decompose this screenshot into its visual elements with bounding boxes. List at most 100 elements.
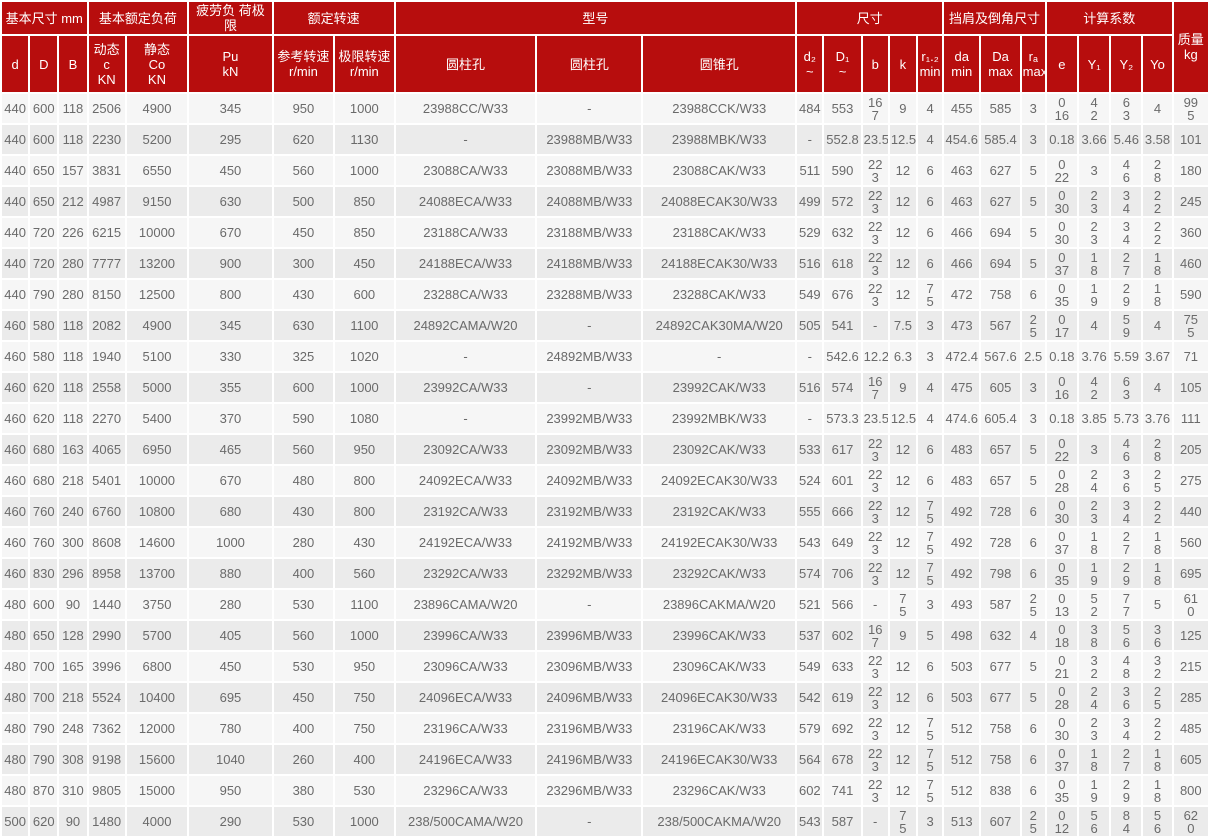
bearing-spec-page: 基本尺寸 mm基本额定负荷疲劳负 荷极限额定转速型号尺寸挡肩及倒角尺寸计算系数质… (0, 0, 1210, 838)
cell-k: 6.3 (890, 342, 916, 371)
cell-B: 118 (59, 94, 86, 123)
cell-b: 16 7 (863, 94, 888, 123)
cell-ra-max: 5 (1022, 249, 1045, 278)
cell-dynamic-c: 5524 (89, 683, 125, 712)
cell-da-min: 472.4 (944, 342, 979, 371)
cell-dynamic-c: 2270 (89, 404, 125, 433)
cell-model-taper: 24196ECAK30/W33 (643, 745, 795, 774)
cell-model-taper: 24096ECAK30/W33 (643, 683, 795, 712)
header-group-basic-dim: 基本尺寸 mm (2, 2, 87, 34)
cell-limit-speed: 800 (335, 497, 393, 526)
cell-model-cyl-1: 23296CA/W33 (396, 776, 536, 805)
table-row: 44072022662151000067045085023188CA/W3323… (2, 218, 1208, 247)
cell-r12-min: 6 (918, 683, 942, 712)
cell-static-co: 12500 (127, 280, 187, 309)
cell-d2: 484 (797, 94, 822, 123)
cell-B: 308 (59, 745, 86, 774)
cell-dynamic-c: 8150 (89, 280, 125, 309)
cell-static-co: 13700 (127, 559, 187, 588)
cell-Y2: 3 4 (1111, 218, 1141, 247)
cell-limit-speed: 800 (335, 466, 393, 495)
cell-Da-max: 605.4 (981, 404, 1019, 433)
cell-e: 0 13 (1047, 590, 1077, 619)
cell-model-cyl-2: - (537, 807, 641, 836)
cell-mass: 180 (1174, 156, 1208, 185)
cell-Da-max: 585 (981, 94, 1019, 123)
cell-model-cyl-2: 23096MB/W33 (537, 652, 641, 681)
header-group-model: 型号 (396, 2, 796, 34)
cell-model-cyl-2: 23292MB/W33 (537, 559, 641, 588)
cell-Yo: 2 8 (1143, 156, 1171, 185)
cell-Yo: 3 2 (1143, 652, 1171, 681)
cell-Y1: 1 9 (1079, 280, 1109, 309)
cell-model-taper: 23992CAK/W33 (643, 373, 795, 402)
cell-Y2: 3 6 (1111, 466, 1141, 495)
cell-pu: 355 (189, 373, 272, 402)
cell-d2: 516 (797, 249, 822, 278)
cell-Y2: 6 3 (1111, 94, 1141, 123)
cell-da-min: 498 (944, 621, 979, 650)
cell-model-cyl-2: 23288MB/W33 (537, 280, 641, 309)
cell-model-cyl-1: 24088ECA/W33 (396, 187, 536, 216)
cell-Y1: 3 8 (1079, 621, 1109, 650)
cell-ref-speed: 530 (274, 590, 333, 619)
cell-b: 22 3 (863, 745, 888, 774)
cell-static-co: 10000 (127, 466, 187, 495)
cell-model-cyl-2: 24096MB/W33 (537, 683, 641, 712)
cell-r12-min: 6 (918, 218, 942, 247)
cell-model-cyl-2: 24088MB/W33 (537, 187, 641, 216)
cell-Yo: 2 8 (1143, 435, 1171, 464)
cell-d: 460 (2, 559, 28, 588)
cell-Y2: 3 4 (1111, 714, 1141, 743)
cell-static-co: 4000 (127, 807, 187, 836)
cell-pu: 465 (189, 435, 272, 464)
cell-static-co: 15600 (127, 745, 187, 774)
cell-ref-speed: 560 (274, 435, 333, 464)
cell-r12-min: 6 (918, 156, 942, 185)
table-row: 46058011820824900345630110024892CAMA/W20… (2, 311, 1208, 340)
cell-dynamic-c: 8608 (89, 528, 125, 557)
cell-pu: 670 (189, 218, 272, 247)
table-row: 50062090148040002905301000238/500CAMA/W2… (2, 807, 1208, 836)
cell-B: 118 (59, 404, 86, 433)
cell-ref-speed: 500 (274, 187, 333, 216)
cell-model-cyl-1: 23992CA/W33 (396, 373, 536, 402)
cell-B: 118 (59, 125, 86, 154)
table-row: 46076024067601080068043080023192CA/W3323… (2, 497, 1208, 526)
cell-e: 0 16 (1047, 373, 1077, 402)
cell-B: 118 (59, 373, 86, 402)
cell-D: 760 (30, 497, 57, 526)
cell-b: 22 3 (863, 187, 888, 216)
cell-model-taper: 23996CAK/W33 (643, 621, 795, 650)
cell-static-co: 4900 (127, 311, 187, 340)
cell-D1: 676 (824, 280, 860, 309)
cell-r12-min: 7 5 (918, 776, 942, 805)
cell-Y1: 3 (1079, 435, 1109, 464)
cell-model-taper: 23988CCK/W33 (643, 94, 795, 123)
cell-b: 22 3 (863, 466, 888, 495)
cell-d2: 537 (797, 621, 822, 650)
cell-model-cyl-1: 23988CC/W33 (396, 94, 536, 123)
cell-d2: 529 (797, 218, 822, 247)
cell-Yo: 3 6 (1143, 621, 1171, 650)
table-row: 480790308919815600104026040024196ECA/W33… (2, 745, 1208, 774)
column-header-b: b (863, 36, 888, 92)
cell-model-taper: 24892CAK30MA/W20 (643, 311, 795, 340)
cell-limit-speed: 850 (335, 218, 393, 247)
cell-model-cyl-2: - (537, 590, 641, 619)
cell-k: 12 (890, 559, 916, 588)
cell-limit-speed: 430 (335, 528, 393, 557)
table-row: 460580118194051003303251020-24892MB/W33-… (2, 342, 1208, 371)
cell-model-cyl-1: 23288CA/W33 (396, 280, 536, 309)
cell-d: 440 (2, 187, 28, 216)
cell-D1: 649 (824, 528, 860, 557)
cell-static-co: 13200 (127, 249, 187, 278)
cell-Yo: 1 8 (1143, 559, 1171, 588)
cell-Da-max: 585.4 (981, 125, 1019, 154)
cell-D: 650 (30, 621, 57, 650)
cell-ra-max: 3 (1022, 125, 1045, 154)
table-row: 46068021854011000067048080024092ECA/W332… (2, 466, 1208, 495)
cell-Da-max: 694 (981, 218, 1019, 247)
cell-k: 12 (890, 280, 916, 309)
cell-b: 16 7 (863, 373, 888, 402)
